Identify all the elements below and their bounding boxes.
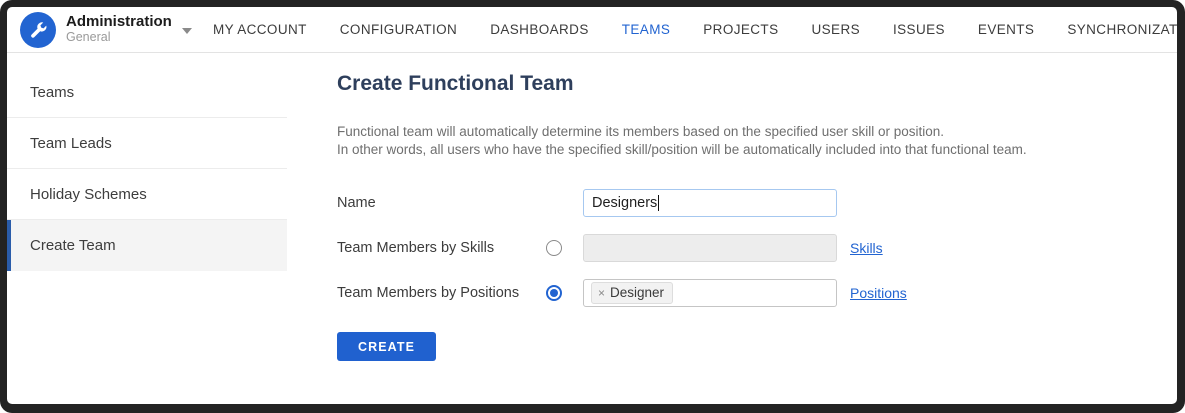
nav-item-my-account[interactable]: MY ACCOUNT	[213, 22, 307, 37]
sidebar-item-team-leads[interactable]: Team Leads	[7, 118, 287, 169]
window-frame: Administration General MY ACCOUNT CONFIG…	[0, 0, 1185, 413]
text-cursor	[658, 195, 659, 211]
sidebar: Teams Team Leads Holiday Schemes Create …	[7, 53, 287, 404]
chevron-down-icon[interactable]	[182, 28, 192, 34]
form-row-name: Name Designers	[337, 189, 1177, 217]
positions-link[interactable]: Positions	[850, 285, 907, 301]
position-tag-chip: × Designer	[591, 282, 673, 304]
skills-radio-cell	[546, 240, 583, 256]
nav-item-teams[interactable]: TEAMS	[622, 22, 671, 37]
name-label: Name	[337, 195, 546, 211]
create-button[interactable]: CREATE	[337, 332, 436, 361]
skills-radio-button[interactable]	[546, 240, 562, 256]
description-line-1: Functional team will automatically deter…	[337, 123, 1177, 141]
nav-item-synchronization[interactable]: SYNCHRONIZATION	[1067, 22, 1177, 37]
form-row-skills: Team Members by Skills Skills	[337, 234, 1177, 262]
remove-tag-icon[interactable]: ×	[598, 286, 605, 300]
position-tag-label: Designer	[610, 285, 664, 300]
content-area: Teams Team Leads Holiday Schemes Create …	[7, 53, 1177, 404]
positions-radio-cell	[546, 285, 583, 301]
nav-item-projects[interactable]: PROJECTS	[703, 22, 778, 37]
top-navigation-bar: Administration General MY ACCOUNT CONFIG…	[7, 7, 1177, 53]
name-input-value: Designers	[592, 195, 657, 211]
sidebar-item-holiday-schemes[interactable]: Holiday Schemes	[7, 169, 287, 220]
nav-item-configuration[interactable]: CONFIGURATION	[340, 22, 457, 37]
wrench-icon	[20, 12, 56, 48]
nav-item-users[interactable]: USERS	[811, 22, 860, 37]
positions-label: Team Members by Positions	[337, 285, 546, 301]
create-team-form: Name Designers Team Members by Skills	[337, 189, 1177, 361]
skills-label: Team Members by Skills	[337, 240, 546, 256]
form-row-positions: Team Members by Positions × Designer Pos…	[337, 279, 1177, 307]
main-panel: Create Functional Team Functional team w…	[287, 53, 1177, 404]
admin-area-switcher[interactable]: Administration General	[20, 12, 185, 48]
app-title-block: Administration General	[66, 14, 172, 44]
skills-input	[583, 234, 837, 262]
sidebar-item-create-team[interactable]: Create Team	[7, 220, 287, 271]
page-title: Create Functional Team	[337, 72, 1177, 96]
app-subtitle: General	[66, 31, 172, 45]
main-nav: MY ACCOUNT CONFIGURATION DASHBOARDS TEAM…	[213, 22, 1177, 37]
nav-item-dashboards[interactable]: DASHBOARDS	[490, 22, 589, 37]
positions-input[interactable]: × Designer	[583, 279, 837, 307]
nav-item-issues[interactable]: ISSUES	[893, 22, 945, 37]
sidebar-item-teams[interactable]: Teams	[7, 67, 287, 118]
nav-item-events[interactable]: EVENTS	[978, 22, 1034, 37]
app-window: Administration General MY ACCOUNT CONFIG…	[7, 7, 1177, 404]
description-line-2: In other words, all users who have the s…	[337, 141, 1177, 159]
skills-link[interactable]: Skills	[850, 240, 883, 256]
name-input[interactable]: Designers	[583, 189, 837, 217]
positions-radio-button[interactable]	[546, 285, 562, 301]
page-description: Functional team will automatically deter…	[337, 123, 1177, 159]
app-title: Administration	[66, 14, 172, 31]
